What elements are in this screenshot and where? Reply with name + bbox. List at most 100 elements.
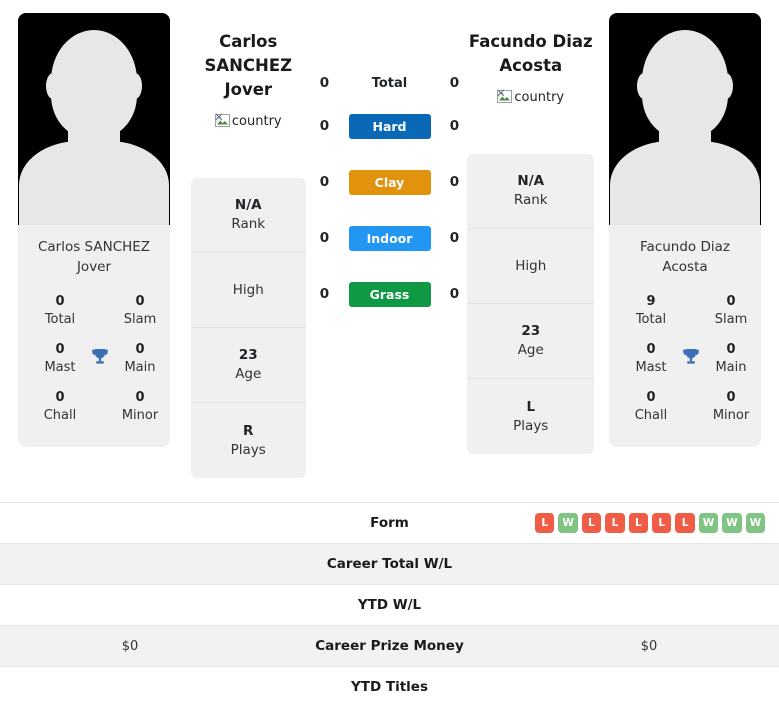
titles-row-chall-minor-right: 0 Chall 0 Minor — [613, 383, 757, 431]
row-ytd-titles-label: YTD Titles — [260, 666, 519, 708]
form-badge-loss[interactable]: L — [535, 513, 555, 533]
form-badge-loss[interactable]: L — [652, 513, 672, 533]
stat-main-right: 0 Main — [703, 341, 759, 377]
form-badge-win[interactable]: W — [745, 513, 766, 533]
player-comparison-page: Carlos SANCHEZ Jover 0 Total 0 Slam 0 Ma… — [0, 0, 779, 719]
form-badge-win[interactable]: W — [698, 513, 719, 533]
stat-mast-label-left: Mast — [44, 360, 76, 375]
form-badge-loss[interactable]: L — [605, 513, 625, 533]
surface-row-hard: 0 Hard 0 — [315, 98, 465, 154]
surface-grass-badge[interactable]: Grass — [348, 281, 431, 307]
comparison-header: Carlos SANCHEZ Jover 0 Total 0 Slam 0 Ma… — [0, 0, 779, 497]
stat-total-value-left: 0 — [55, 294, 65, 309]
surface-grass-right-value: 0 — [449, 286, 460, 302]
stat-total-label-right: Total — [635, 312, 667, 327]
surface-row-clay: 0 Clay 0 — [315, 154, 465, 210]
titles-row-chall-minor-left: 0 Chall 0 Minor — [22, 383, 166, 431]
player-statbox-left: N/A Rank High 23 Age R Plays — [190, 178, 306, 478]
stat-slam-value-right: 0 — [726, 294, 736, 309]
stat-age-value-right: 23 — [521, 323, 541, 339]
stat-high-label-left: High — [232, 281, 264, 298]
surface-breakdown-column: 0 Total 0 0 Hard 0 0 Clay 0 0 Indoor 0 0 — [315, 8, 465, 322]
stat-total-value-right: 9 — [646, 294, 656, 309]
table-row-career-total-wl: Career Total W/L — [0, 543, 779, 585]
stat-slam-left: 0 Slam — [112, 293, 168, 329]
stat-mast-right: 0 Mast — [623, 341, 679, 377]
row-career-prize-money-left-value: $0 — [0, 625, 260, 667]
stat-plays-left: R Plays — [191, 403, 306, 478]
surface-clay-badge[interactable]: Clay — [348, 169, 431, 195]
stat-rank-value-left: N/A — [234, 197, 262, 213]
stat-rank-label-left: Rank — [231, 216, 266, 232]
stat-plays-right: L Plays — [467, 379, 594, 454]
stat-slam-label-left: Slam — [123, 312, 157, 327]
surface-grass-left-value: 0 — [319, 286, 330, 302]
stat-rank-left: N/A Rank — [190, 178, 306, 253]
titles-row-total-slam-left: 0 Total 0 Slam — [22, 287, 166, 335]
surface-indoor-badge[interactable]: Indoor — [348, 225, 431, 251]
stat-rank-right: N/A Rank — [467, 154, 595, 229]
titles-grid-left: 0 Total 0 Slam 0 Mast 0 Main 0 Chall 0 M… — [18, 287, 170, 447]
row-career-total-wl-label: Career Total W/L — [260, 543, 519, 585]
stat-total-left: 0 Total — [32, 293, 88, 329]
form-badge-loss[interactable]: L — [581, 513, 602, 533]
player-name-line1-right: Facundo Diaz — [468, 32, 593, 51]
surface-total-label: Total — [371, 75, 408, 91]
stat-minor-label-left: Minor — [121, 408, 159, 423]
row-form-left-value — [0, 502, 260, 544]
table-row-ytd-wl: YTD W/L — [0, 584, 779, 626]
stat-minor-left: 0 Minor — [112, 389, 168, 425]
row-career-total-wl-left-value — [0, 543, 260, 585]
stat-slam-label-right: Slam — [714, 312, 748, 327]
stat-chall-label-left: Chall — [43, 408, 77, 423]
player-card-left[interactable]: Carlos SANCHEZ Jover 0 Total 0 Slam 0 Ma… — [18, 13, 170, 447]
stat-plays-label-left: Plays — [230, 441, 266, 458]
row-career-total-wl-right-value — [519, 543, 779, 585]
country-flag-left: country — [214, 112, 282, 130]
row-ytd-titles-left-value — [0, 666, 260, 708]
country-flag-right: country — [497, 88, 564, 106]
surface-row-indoor: 0 Indoor 0 — [315, 210, 465, 266]
surface-hard-right-value: 0 — [449, 118, 460, 134]
stat-plays-value-left: R — [243, 422, 254, 439]
stat-main-label-right: Main — [715, 360, 747, 375]
player-card-name-right: Facundo Diaz Acosta — [640, 239, 730, 275]
form-badge-win[interactable]: W — [558, 513, 578, 533]
player-name-line2-right: Acosta — [499, 56, 563, 75]
form-badge-win[interactable]: W — [722, 513, 742, 533]
player-card-name-left: Carlos SANCHEZ Jover — [37, 239, 151, 275]
player-info-right: Facundo Diaz Acosta country N/A Rank Hig… — [465, 8, 598, 454]
surface-row-total: 0 Total 0 — [315, 68, 465, 98]
surface-hard-badge[interactable]: Hard — [348, 113, 431, 139]
stat-mast-value-left: 0 — [55, 342, 65, 357]
trophy-icon — [679, 348, 703, 370]
stat-age-label-left: Age — [235, 366, 262, 382]
stat-chall-right: 0 Chall — [623, 389, 679, 425]
row-form-right-value: LWLLLLLWWW — [519, 502, 779, 544]
broken-image-icon — [497, 89, 513, 105]
form-strip-right: LWLLLLLWWW — [533, 513, 766, 533]
stat-main-value-right: 0 — [726, 342, 736, 357]
country-alt-text-left: country — [231, 113, 282, 129]
stat-minor-right: 0 Minor — [703, 389, 759, 425]
surface-indoor-right-value: 0 — [449, 230, 460, 246]
country-alt-text-right: country — [514, 89, 565, 105]
stat-chall-label-right: Chall — [634, 408, 668, 423]
player-avatar-right — [609, 13, 761, 225]
titles-grid-right: 9 Total 0 Slam 0 Mast 0 Main 0 Chall 0 M… — [609, 287, 761, 447]
player-name-right: Facundo Diaz Acosta — [469, 30, 593, 78]
stat-mast-value-right: 0 — [646, 342, 656, 357]
stat-total-right: 9 Total — [623, 293, 679, 329]
stat-minor-value-left: 0 — [135, 390, 145, 405]
player-card-right[interactable]: Facundo Diaz Acosta 9 Total 0 Slam 0 Mas… — [609, 13, 761, 447]
surface-clay-right-value: 0 — [449, 174, 460, 190]
stat-high-left: High — [190, 253, 306, 328]
stat-minor-label-right: Minor — [712, 408, 750, 423]
form-badge-loss[interactable]: L — [628, 513, 649, 533]
stat-age-value-left: 23 — [238, 347, 258, 363]
stat-mast-label-right: Mast — [635, 360, 667, 375]
stat-age-left: 23 Age — [190, 328, 306, 403]
stat-plays-label-right: Plays — [513, 417, 549, 434]
form-badge-loss[interactable]: L — [675, 513, 695, 533]
surface-hard-left-value: 0 — [319, 118, 330, 134]
